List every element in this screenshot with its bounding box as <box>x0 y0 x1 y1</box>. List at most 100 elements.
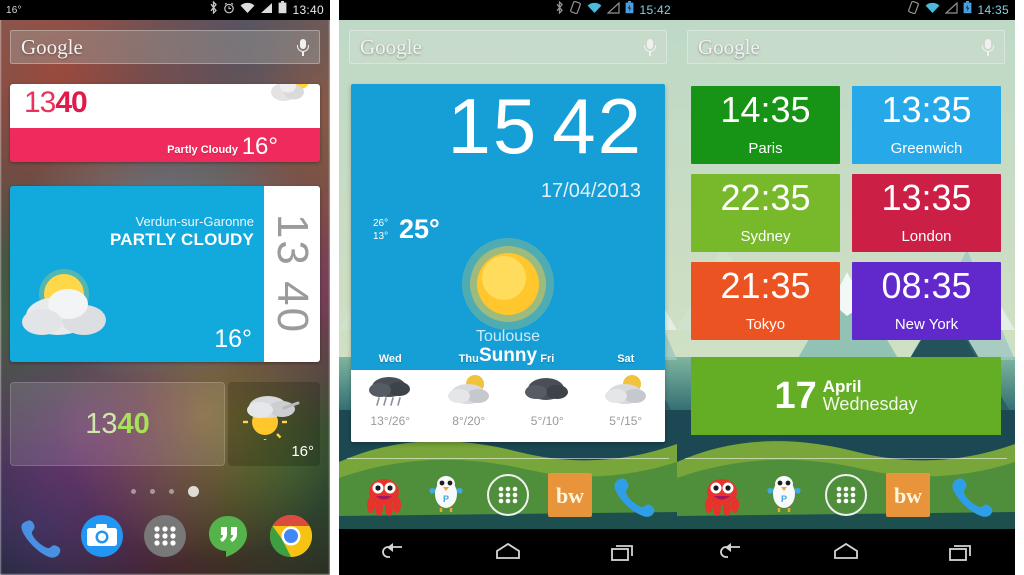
rotation-icon <box>569 0 582 19</box>
clock-city: Greenwich <box>890 140 963 157</box>
world-clock-tokyo[interactable]: 21:35 Tokyo <box>691 262 840 340</box>
microphone-icon[interactable] <box>297 37 309 57</box>
battery-charging-icon <box>625 1 634 19</box>
widget-date[interactable]: 17 April Wednesday <box>691 357 1001 435</box>
widget-time: 15 42 <box>447 84 643 170</box>
clock-city: Tokyo <box>745 316 786 333</box>
transparent-clock[interactable]: 1340 <box>10 382 225 466</box>
google-search-bar[interactable]: Google <box>687 30 1005 64</box>
battery-icon <box>278 1 287 19</box>
bluetooth-icon <box>555 0 564 19</box>
panel-three: 14:35 Google 14:35 Paris 13:35 Greenwich… <box>677 0 1015 575</box>
google-search-bar[interactable]: Google <box>349 30 667 64</box>
status-bar: 16° 13:40 <box>0 0 330 20</box>
search-placeholder: Google <box>698 34 760 59</box>
microphone-icon[interactable] <box>982 37 994 57</box>
search-placeholder: Google <box>360 34 422 59</box>
page-dot[interactable] <box>150 489 155 494</box>
clock-time: 22:35 <box>720 177 811 218</box>
octopus-icon[interactable] <box>361 472 407 518</box>
navigation-bar <box>677 529 1015 575</box>
world-clock-grid: 14:35 Paris 13:35 Greenwich 22:35 Sydney… <box>691 86 1001 340</box>
chrome-icon[interactable] <box>268 513 314 559</box>
bw-label: bw <box>894 483 922 508</box>
back-icon[interactable] <box>374 539 416 565</box>
app-drawer-icon[interactable] <box>823 472 869 518</box>
page-indicator <box>0 486 330 497</box>
page-dot[interactable] <box>131 489 136 494</box>
recents-icon[interactable] <box>600 539 642 565</box>
phone-icon[interactable] <box>947 472 993 518</box>
recents-icon[interactable] <box>938 539 980 565</box>
world-clock-new-york[interactable]: 08:35 New York <box>852 262 1001 340</box>
high-temp: 26° <box>373 218 389 229</box>
svg-text:P: P <box>443 494 449 504</box>
app-drawer-icon[interactable] <box>485 472 531 518</box>
weather-location: Toulouse <box>475 328 541 345</box>
widget-minute: 40 <box>117 407 150 440</box>
widget-hour: 15 <box>447 84 539 170</box>
signal-icon <box>260 1 273 19</box>
status-clock: 14:35 <box>977 3 1009 17</box>
widget-big-weather[interactable]: 15 42 17/04/2013 26° 13° 25° Toulouse Sun… <box>351 84 665 442</box>
world-clock-greenwich[interactable]: 13:35 Greenwich <box>852 86 1001 164</box>
clock-time: 21:35 <box>720 265 811 306</box>
google-search-bar[interactable]: Google <box>10 30 320 64</box>
forecast-temps: 8°/20° <box>452 414 486 428</box>
home-icon[interactable] <box>825 539 867 565</box>
forecast-day-name: Wed <box>378 353 402 365</box>
widget-flat-clock-weather[interactable]: 1340 Partly Cloudy 16° <box>10 84 320 162</box>
sun-icon <box>458 234 558 334</box>
clock-time: 08:35 <box>881 265 972 306</box>
weather-temperature: 16° <box>241 133 278 160</box>
phone-icon[interactable] <box>16 513 62 559</box>
forecast-day-name: Thu <box>458 353 479 365</box>
app-drawer-icon[interactable] <box>142 513 188 559</box>
transparent-weather[interactable]: 16° <box>228 382 320 466</box>
page-dot-active[interactable] <box>188 486 199 497</box>
hangouts-icon[interactable] <box>205 513 251 559</box>
world-clock-paris[interactable]: 14:35 Paris <box>691 86 840 164</box>
vertical-hour: 13 <box>268 213 317 267</box>
signal-icon <box>944 1 959 19</box>
home-icon[interactable] <box>487 539 529 565</box>
status-bar: 14:35 <box>677 0 1015 20</box>
weather-location: Verdun-sur-Garonne <box>135 214 254 229</box>
page-dot[interactable] <box>169 489 174 494</box>
dock: P bw <box>677 467 1015 523</box>
phone-icon[interactable] <box>609 472 655 518</box>
widget-transparent-clock[interactable]: 1340 16° <box>10 382 320 466</box>
bird-icon[interactable]: P <box>423 472 469 518</box>
widget-time: 1340 <box>24 88 88 118</box>
widget-date: 17/04/2013 <box>540 180 641 202</box>
clock-city: London <box>901 228 952 245</box>
weather-condition: Partly Cloudy <box>167 144 238 156</box>
widget-weather-area: Partly Cloudy 16° <box>10 128 320 162</box>
bw-icon[interactable]: bw <box>547 472 593 518</box>
clock-time: 13:35 <box>881 177 972 218</box>
wifi-icon <box>240 1 255 19</box>
wifi-icon <box>587 1 602 19</box>
status-clock: 13:40 <box>292 3 324 17</box>
dock-divider <box>685 458 1007 459</box>
back-icon[interactable] <box>712 539 754 565</box>
forecast-row: Wed 13°/26° Thu 8°/20° Fri 5°/10° Sat 5°… <box>351 353 665 442</box>
world-clock-london[interactable]: 13:35 London <box>852 174 1001 252</box>
svg-text:P: P <box>781 494 787 504</box>
bird-icon[interactable]: P <box>761 472 807 518</box>
widget-weather-card[interactable]: Verdun-sur-Garonne PARTLY CLOUDY 16° 13 … <box>10 186 320 362</box>
world-clock-sydney[interactable]: 22:35 Sydney <box>691 174 840 252</box>
microphone-icon[interactable] <box>644 37 656 57</box>
octopus-icon[interactable] <box>699 472 745 518</box>
battery-charging-icon <box>963 1 972 19</box>
date-day-number: 17 <box>774 374 817 417</box>
date-weekday: Wednesday <box>822 394 918 415</box>
dock-divider <box>347 458 669 459</box>
date-month: April <box>822 376 862 396</box>
camera-icon[interactable] <box>79 513 125 559</box>
cloudy-icon <box>522 372 572 410</box>
partly-cloudy-icon <box>266 84 316 108</box>
forecast-temps: 5°/15° <box>609 414 643 428</box>
bw-icon[interactable]: bw <box>885 472 931 518</box>
weather-temperature: 16° <box>291 443 314 460</box>
